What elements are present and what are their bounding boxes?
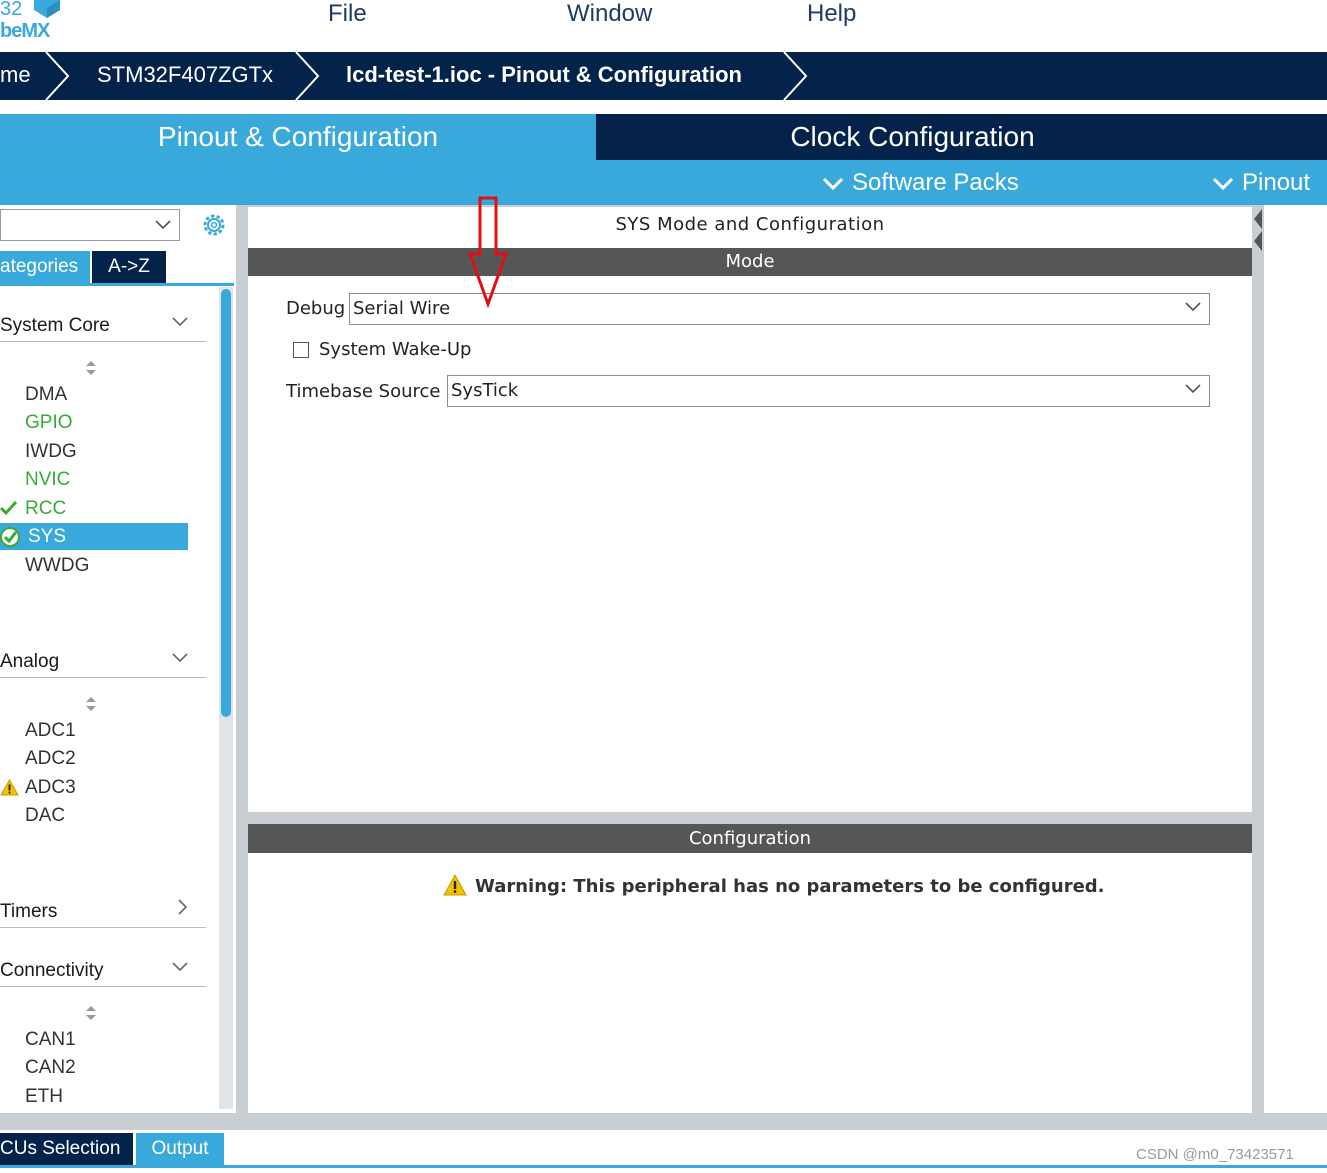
pinout-label: Pinout: [1242, 169, 1311, 196]
peripheral-gpio[interactable]: GPIO: [25, 412, 73, 434]
peripheral-adc2[interactable]: ADC2: [25, 748, 76, 770]
peripheral-dma[interactable]: DMA: [25, 384, 67, 406]
sort-icon[interactable]: [84, 360, 98, 376]
warning-icon: [443, 874, 467, 896]
chevron-down-icon: [172, 962, 188, 972]
chevron-down-icon: [1212, 177, 1234, 190]
peripheral-adc3[interactable]: ADC3: [25, 777, 76, 799]
menu-window[interactable]: Window: [567, 0, 652, 28]
category-label: Connectivity: [0, 960, 104, 981]
software-packs-label: Software Packs: [852, 169, 1019, 196]
timebase-select-value: SysTick: [451, 380, 519, 401]
breadcrumb-home[interactable]: me: [0, 62, 31, 88]
cube-logo-icon: [34, 0, 60, 18]
debug-select-value: Serial Wire: [353, 298, 451, 319]
peripheral-adc1[interactable]: ADC1: [25, 720, 76, 742]
configuration-section-header: Configuration: [248, 824, 1252, 853]
tab-clock-configuration[interactable]: Clock Configuration: [598, 114, 1227, 160]
category-label: Analog: [0, 651, 60, 672]
collapse-handle-icon[interactable]: [1252, 207, 1264, 253]
chevron-down-icon: [155, 220, 171, 230]
warning-message: Warning: This peripheral has no paramete…: [475, 876, 1105, 897]
tab-categories[interactable]: ategories: [0, 251, 90, 283]
configuration-panel: [248, 824, 1252, 1113]
category-timers[interactable]: Timers: [0, 893, 206, 928]
tab-pinout-configuration[interactable]: Pinout & Configuration: [0, 114, 596, 160]
timebase-source-label: Timebase Source: [286, 381, 441, 402]
peripheral-can1[interactable]: CAN1: [25, 1029, 76, 1051]
breadcrumb-project[interactable]: lcd-test-1.ioc - Pinout & Configuration: [346, 62, 742, 88]
chevron-right-icon: [178, 899, 188, 915]
tab-project-manager[interactable]: [1229, 114, 1327, 160]
category-connectivity[interactable]: Connectivity: [0, 952, 206, 987]
tab-underline: [0, 283, 234, 286]
menu-file[interactable]: File: [328, 0, 367, 28]
bottom-splitter[interactable]: [0, 1113, 1327, 1130]
peripheral-eth[interactable]: ETH: [25, 1086, 63, 1108]
tab-a-to-z[interactable]: A->Z: [92, 251, 166, 283]
left-scrollbar-thumb[interactable]: [221, 289, 231, 717]
tab-pinout-label: Pinout & Configuration: [157, 121, 439, 152]
bottom-tab-underline: [0, 1165, 1327, 1168]
system-wake-up-label: System Wake-Up: [319, 339, 472, 360]
timebase-source-select[interactable]: SysTick: [447, 375, 1210, 407]
search-combo[interactable]: [0, 209, 180, 241]
tab-mcus-selection[interactable]: CUs Selection: [0, 1133, 133, 1165]
breadcrumb-separator-icon: [783, 52, 808, 100]
peripheral-sys[interactable]: SYS: [28, 526, 66, 548]
app-logo-text: beMX: [0, 20, 50, 42]
tab-clock-label: Clock Configuration: [790, 121, 1035, 152]
category-system-core[interactable]: System Core: [0, 307, 206, 342]
tab-output[interactable]: Output: [136, 1133, 224, 1165]
checkmark-circle-icon: [0, 527, 20, 547]
chevron-down-icon: [172, 317, 188, 327]
debug-label: Debug: [286, 298, 346, 319]
sub-toolbar: Software Packs Pinout: [0, 160, 1327, 205]
peripheral-wwdg[interactable]: WWDG: [25, 555, 89, 577]
chevron-down-icon: [172, 653, 188, 663]
category-label: System Core: [0, 315, 110, 336]
chevron-down-icon: [822, 177, 844, 190]
menu-bar: [0, 0, 1327, 52]
software-packs-menu[interactable]: Software Packs: [822, 160, 1019, 205]
system-wake-up-checkbox[interactable]: [293, 342, 309, 358]
breadcrumb-mcu[interactable]: STM32F407ZGTx: [97, 62, 273, 88]
app-logo-number: 32: [0, 0, 23, 20]
pinout-menu[interactable]: Pinout: [1212, 160, 1310, 205]
watermark: CSDN @m0_73423571: [1136, 1146, 1294, 1163]
breadcrumb-separator-icon: [45, 52, 70, 100]
menu-help[interactable]: Help: [807, 0, 856, 28]
chevron-down-icon: [1185, 302, 1201, 312]
peripheral-rcc[interactable]: RCC: [25, 498, 66, 520]
gear-icon[interactable]: [200, 211, 228, 239]
warning-icon: [0, 779, 19, 796]
chevron-down-icon: [1185, 384, 1201, 394]
peripheral-nvic[interactable]: NVIC: [25, 469, 70, 491]
category-label: Timers: [0, 901, 58, 922]
peripheral-iwdg[interactable]: IWDG: [25, 441, 77, 463]
panel-title: SYS Mode and Configuration: [615, 214, 885, 235]
right-panel: [1264, 205, 1327, 1113]
peripheral-dac[interactable]: DAC: [25, 805, 65, 827]
category-analog[interactable]: Analog: [0, 643, 206, 678]
mode-section-header: Mode: [248, 248, 1252, 276]
peripheral-can2[interactable]: CAN2: [25, 1057, 76, 1079]
breadcrumb: me STM32F407ZGTx lcd-test-1.ioc - Pinout…: [0, 52, 1327, 100]
checkmark-icon: [0, 500, 18, 516]
sort-icon[interactable]: [84, 1005, 98, 1021]
breadcrumb-separator-icon: [295, 52, 320, 100]
sort-icon[interactable]: [84, 696, 98, 712]
red-arrow-annotation-icon: [468, 196, 508, 308]
